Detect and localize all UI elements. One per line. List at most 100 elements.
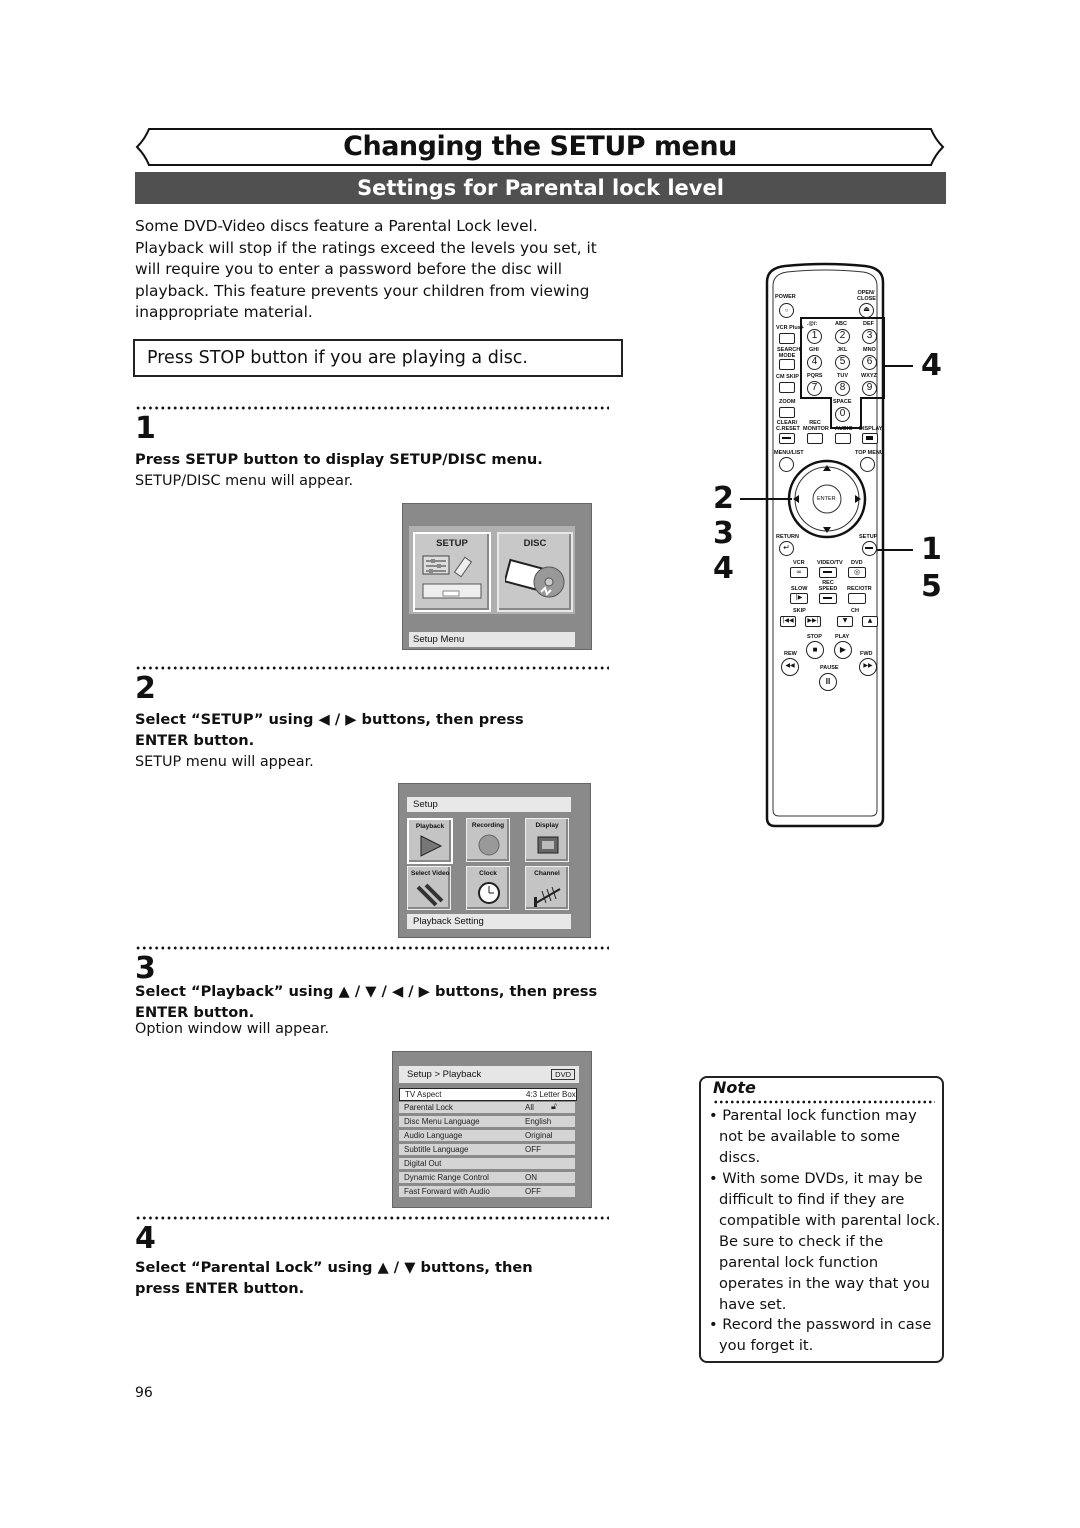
key-letters: WXYZ bbox=[861, 373, 877, 379]
video-tv-button[interactable] bbox=[819, 567, 837, 578]
dvd-button[interactable]: ◎ bbox=[848, 567, 866, 578]
rec-speed-button[interactable] bbox=[819, 593, 837, 604]
rew-button[interactable]: ◀◀ bbox=[781, 658, 799, 676]
play-label: PLAY bbox=[835, 634, 850, 640]
skip-label: SKIP bbox=[793, 608, 806, 614]
key-4[interactable]: 4 bbox=[807, 355, 822, 370]
screen-caption: Playback Setting bbox=[407, 914, 571, 929]
menu-list-button[interactable] bbox=[779, 457, 794, 472]
playback-tile[interactable]: Playback bbox=[407, 818, 453, 864]
note-item: • With some DVDs, it may be difficult to… bbox=[709, 1170, 941, 1313]
option-label: Audio Language bbox=[404, 1131, 463, 1140]
disc-tile[interactable]: DISC bbox=[497, 532, 573, 612]
section-title: Settings for Parental lock level bbox=[135, 172, 946, 204]
open-close-button[interactable]: ⏏ bbox=[859, 303, 874, 318]
vcr-button[interactable]: ∞ bbox=[790, 567, 808, 578]
key-0[interactable]: 0 bbox=[835, 407, 850, 422]
channel-up-button[interactable]: ▲ bbox=[862, 616, 878, 627]
vcr-plus-label: VCR Plus+ bbox=[776, 325, 804, 331]
option-value: All bbox=[525, 1103, 534, 1112]
down-button[interactable] bbox=[819, 522, 835, 536]
vcr-plus-button[interactable] bbox=[779, 333, 795, 344]
disc-icon bbox=[505, 558, 565, 598]
search-mode-button[interactable] bbox=[779, 359, 795, 370]
key-2[interactable]: 2 bbox=[835, 329, 850, 344]
note-item: • Parental lock function may not be avai… bbox=[709, 1107, 917, 1166]
option-row-subtitle-language[interactable]: Subtitle Language OFF bbox=[399, 1144, 575, 1155]
option-value: OFF bbox=[525, 1187, 541, 1196]
enter-button[interactable]: ENTER bbox=[817, 496, 836, 502]
display-button[interactable] bbox=[862, 433, 878, 444]
key-7[interactable]: 7 bbox=[807, 381, 822, 396]
setup-tile[interactable]: SETUP bbox=[413, 532, 491, 612]
fwd-label: FWD bbox=[860, 651, 873, 657]
key-1[interactable]: 1 bbox=[807, 329, 822, 344]
step-result: Option window will appear. bbox=[135, 1021, 330, 1037]
step-divider bbox=[135, 666, 609, 670]
option-row-parental-lock[interactable]: Parental Lock All 🔓︎ bbox=[399, 1101, 575, 1113]
option-row-audio-language[interactable]: Audio Language Original bbox=[399, 1130, 575, 1141]
step-instruction: Select “Playback” using ▲ / ▼ / ◀ / ▶ bu… bbox=[135, 983, 598, 1021]
option-value: English bbox=[525, 1117, 552, 1126]
key-8[interactable]: 8 bbox=[835, 381, 850, 396]
pause-button[interactable]: II bbox=[819, 673, 837, 691]
screen-header: Setup bbox=[407, 797, 571, 812]
audio-button[interactable] bbox=[835, 433, 851, 444]
stop-button[interactable]: ■ bbox=[806, 641, 824, 659]
clear-button[interactable] bbox=[779, 433, 795, 444]
disc-tile-label: DISC bbox=[523, 538, 547, 549]
skip-back-button[interactable]: |◀◀ bbox=[780, 616, 796, 627]
slow-button[interactable]: |▶ bbox=[790, 593, 808, 604]
key-9[interactable]: 9 bbox=[862, 381, 877, 396]
channel-down-button[interactable]: ▼ bbox=[837, 616, 853, 627]
vcr-label: VCR bbox=[793, 560, 805, 566]
title-banner: Changing the SETUP menu bbox=[135, 127, 945, 167]
option-row-dynamic-range[interactable]: Dynamic Range Control ON bbox=[399, 1172, 575, 1183]
skip-forward-button[interactable]: ▶▶| bbox=[805, 616, 821, 627]
option-label: Digital Out bbox=[404, 1159, 442, 1168]
ch-label: CH bbox=[851, 608, 859, 614]
power-label: POWER bbox=[775, 294, 796, 300]
channel-tile[interactable]: Channel bbox=[525, 866, 569, 910]
menu-list-label: MENU/LIST bbox=[774, 450, 804, 456]
setup-button[interactable] bbox=[862, 541, 877, 556]
option-row-disc-menu-language[interactable]: Disc Menu Language English bbox=[399, 1116, 575, 1127]
rec-otr-button[interactable] bbox=[848, 593, 866, 604]
top-menu-label: TOP MENU bbox=[855, 450, 884, 456]
page-number: 96 bbox=[135, 1385, 153, 1401]
zoom-label: ZOOM bbox=[779, 399, 796, 405]
step-instruction: Press SETUP button to display SETUP/DISC… bbox=[135, 451, 543, 468]
option-row-tv-aspect[interactable]: TV Aspect 4:3 Letter Box bbox=[399, 1088, 577, 1101]
fwd-button[interactable]: ▶▶ bbox=[859, 658, 877, 676]
return-button[interactable]: ↵ bbox=[779, 541, 794, 556]
key-5[interactable]: 5 bbox=[835, 355, 850, 370]
rec-monitor-button[interactable] bbox=[807, 433, 823, 444]
top-menu-button[interactable] bbox=[860, 457, 875, 472]
option-row-fast-forward-audio[interactable]: Fast Forward with Audio OFF bbox=[399, 1186, 575, 1197]
note-item: • Record the password in case you forget… bbox=[709, 1316, 932, 1354]
recording-tile[interactable]: Recording bbox=[466, 818, 510, 862]
power-button[interactable]: ○ bbox=[779, 303, 794, 318]
left-button[interactable] bbox=[791, 491, 805, 507]
zoom-button[interactable] bbox=[779, 407, 795, 418]
stop-label: STOP bbox=[807, 634, 822, 640]
clock-tile[interactable]: Clock bbox=[466, 866, 510, 910]
rec-monitor-label: REC MONITOR bbox=[803, 420, 829, 432]
up-button[interactable] bbox=[819, 463, 835, 477]
key-6[interactable]: 6 bbox=[862, 355, 877, 370]
stop-notice-box: Press STOP button if you are playing a d… bbox=[133, 339, 623, 377]
step-number: 3 bbox=[135, 951, 156, 986]
tile-label: Playback bbox=[415, 823, 445, 830]
menu-panel: SETUP DISC bbox=[409, 526, 575, 614]
option-label: Parental Lock bbox=[404, 1103, 453, 1112]
lock-icon: 🔓︎ bbox=[551, 1101, 557, 1111]
key-3[interactable]: 3 bbox=[862, 329, 877, 344]
option-value: 4:3 Letter Box bbox=[526, 1090, 576, 1099]
cm-skip-button[interactable] bbox=[779, 382, 795, 393]
option-value: Original bbox=[525, 1131, 553, 1140]
right-button[interactable] bbox=[849, 491, 863, 507]
option-row-digital-out[interactable]: Digital Out bbox=[399, 1158, 575, 1169]
display-tile[interactable]: Display bbox=[525, 818, 569, 862]
select-video-tile[interactable]: Select Video bbox=[407, 866, 451, 910]
play-button[interactable]: ▶ bbox=[834, 641, 852, 659]
